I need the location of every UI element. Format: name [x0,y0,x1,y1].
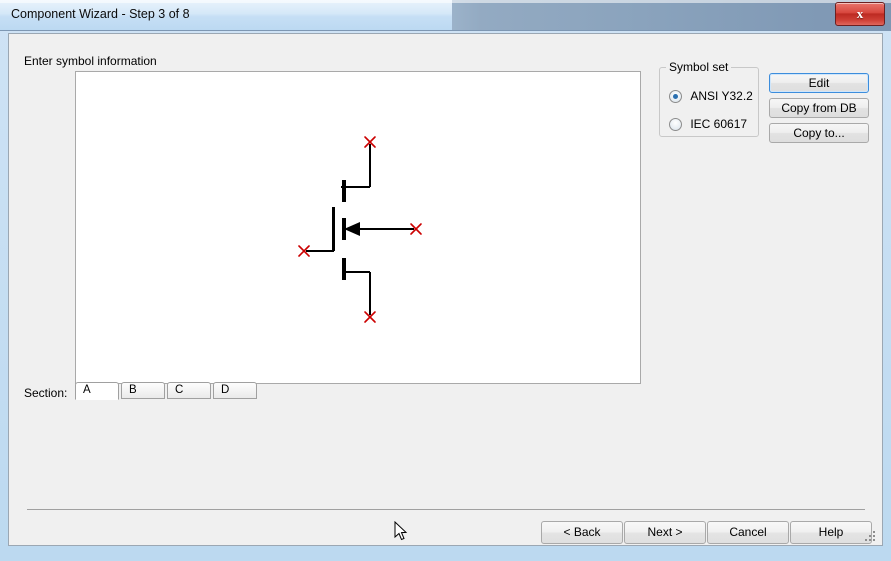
title-bar: Component Wizard - Step 3 of 8 x [0,0,891,31]
window-frame: Component Wizard - Step 3 of 8 x Enter s… [0,0,891,561]
radio-selected-icon [669,90,682,103]
radio-symbol-set-ansi[interactable]: ANSI Y32.2 [669,89,753,105]
resize-grip[interactable] [865,529,878,542]
section-tab-d[interactable]: D [213,382,257,399]
cancel-button[interactable]: Cancel [707,521,789,544]
symbol-preview-canvas[interactable] [75,71,641,384]
window-title: Component Wizard - Step 3 of 8 [11,7,190,21]
help-button[interactable]: Help [790,521,872,544]
instruction-label: Enter symbol information [24,54,157,68]
radio-ansi-label: ANSI Y32.2 [690,89,753,103]
copy-to-button[interactable]: Copy to... [769,123,869,143]
back-button[interactable]: < Back [541,521,623,544]
footer-separator [27,509,865,510]
section-label: Section: [24,386,68,400]
section-tab-bar: A B C D [75,382,259,400]
radio-unselected-icon [669,118,682,131]
section-tab-a[interactable]: A [75,382,119,400]
n-channel-mosfet-symbol [298,136,422,323]
radio-symbol-set-iec[interactable]: IEC 60617 [669,117,747,133]
bulk-arrow-head [344,222,360,236]
section-tab-b[interactable]: B [121,382,165,399]
close-button[interactable]: x [835,2,885,26]
close-x-icon: x [856,6,864,21]
radio-iec-label: IEC 60617 [690,117,748,131]
copy-from-db-button[interactable]: Copy from DB [769,98,869,118]
edit-button[interactable]: Edit [769,73,869,93]
section-tab-c[interactable]: C [167,382,211,399]
symbol-set-legend: Symbol set [666,60,732,74]
dialog-client-area: Enter symbol information Section: A B C … [8,33,883,546]
next-button[interactable]: Next > [624,521,706,544]
